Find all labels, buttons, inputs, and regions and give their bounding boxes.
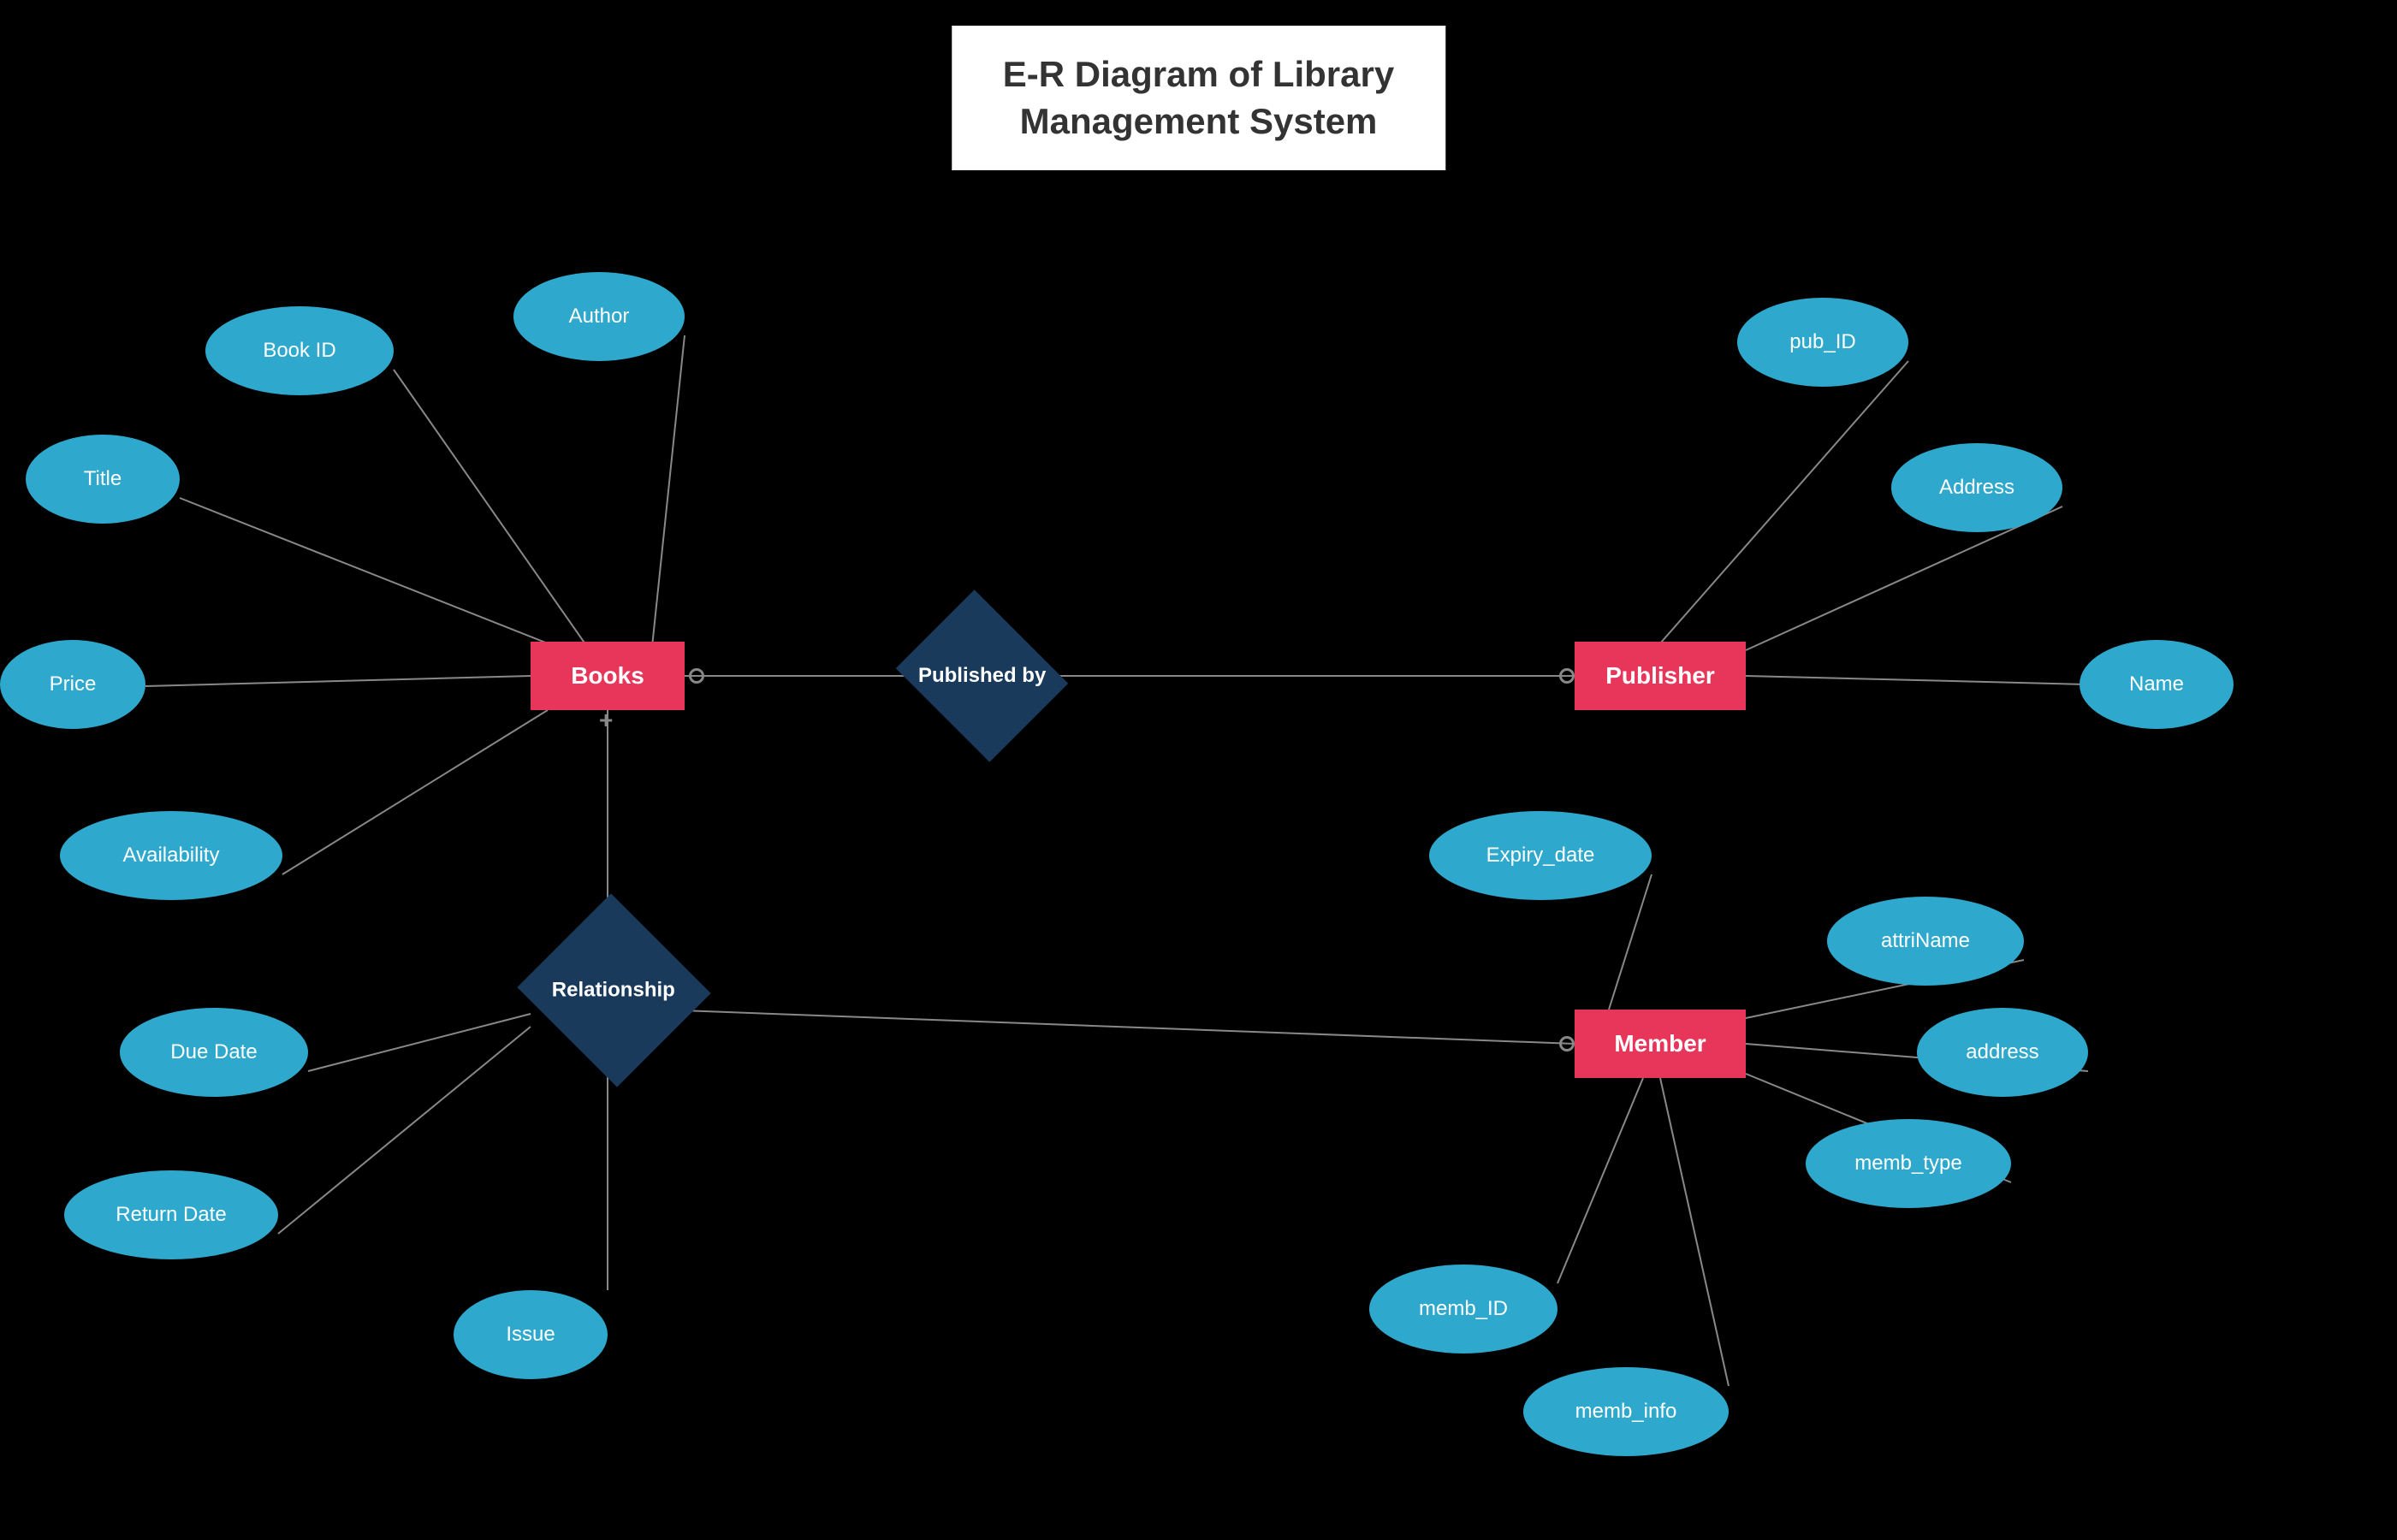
crow-foot-books-right [689, 668, 704, 684]
attr-memb-info: memb_info [1523, 1367, 1729, 1456]
attr-pub-id: pub_ID [1737, 298, 1908, 387]
entity-member: Member [1575, 1010, 1746, 1078]
attr-attriname: attriName [1827, 897, 2024, 986]
attr-issue: Issue [454, 1290, 608, 1379]
entity-publisher: Publisher [1575, 642, 1746, 710]
diagram-lines [0, 0, 2397, 1540]
attr-price: Price [0, 640, 145, 729]
attr-availability: Availability [60, 811, 282, 900]
attr-memb-type: memb_type [1806, 1119, 2011, 1208]
attr-address-mem: address [1917, 1008, 2088, 1097]
attr-author: Author [513, 272, 685, 361]
attr-address-pub: Address [1891, 443, 2062, 532]
entity-books: Books [531, 642, 685, 710]
attr-expiry-date: Expiry_date [1429, 811, 1652, 900]
attr-name-pub: Name [2080, 640, 2234, 729]
attr-return-date: Return Date [64, 1170, 278, 1259]
attr-due-date: Due Date [120, 1008, 308, 1097]
crow-foot-member-left [1559, 1036, 1575, 1051]
attr-book-id: Book ID [205, 306, 394, 395]
crow-plus-books-bottom: + [599, 708, 613, 732]
attr-title: Title [26, 435, 180, 524]
attr-memb-id: memb_ID [1369, 1265, 1557, 1353]
crow-foot-publisher-left [1559, 668, 1575, 684]
